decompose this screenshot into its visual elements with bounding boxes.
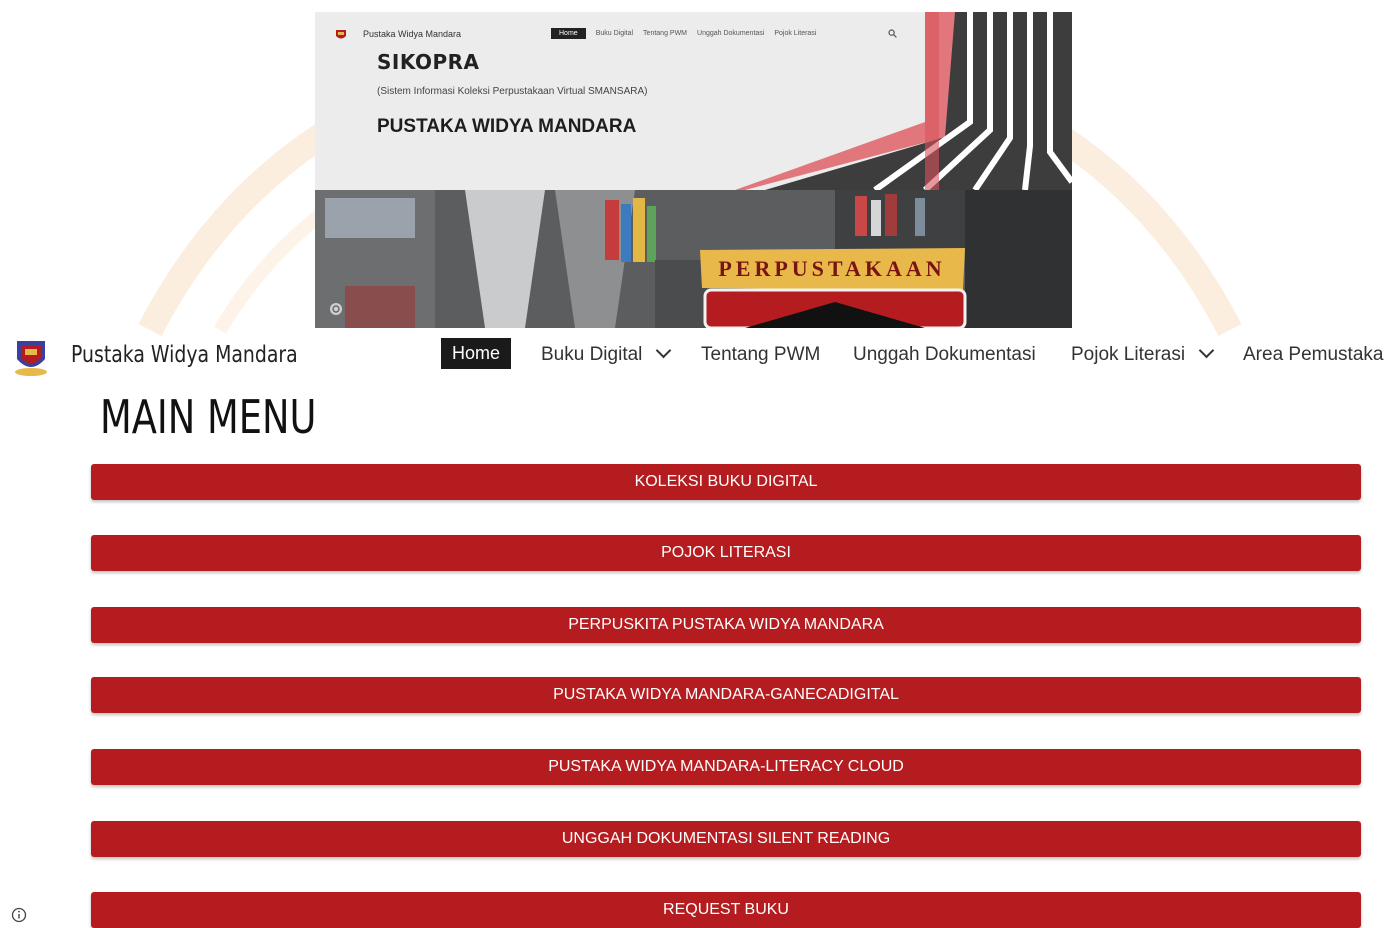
main-navbar: Pustaka Widya Mandara Home Buku Digital … [0, 333, 1385, 381]
pojok-literasi-button[interactable]: POJOK LITERASI [91, 535, 1361, 571]
nav-pojok-literasi[interactable]: Pojok Literasi [1071, 342, 1215, 366]
camera-icon[interactable] [329, 302, 343, 316]
school-logo-icon [336, 30, 346, 39]
hero-menu-home[interactable]: Home [551, 28, 586, 39]
nav-buku-digital[interactable]: Buku Digital [541, 342, 672, 366]
library-sign-text: PERPUSTAKAAN [718, 256, 945, 281]
info-icon[interactable] [10, 906, 28, 924]
hero-title: SIKOPRA [377, 50, 480, 74]
hero-site-name[interactable]: Pustaka Widya Mandara [363, 29, 461, 39]
nav-area-pemustaka[interactable]: Area Pemustaka [1243, 344, 1383, 366]
hero-subtitle: (Sistem Informasi Koleksi Perpustakaan V… [377, 86, 648, 97]
request-buku-button[interactable]: REQUEST BUKU [91, 892, 1361, 928]
search-icon[interactable] [888, 29, 897, 38]
hero-banner: Pustaka Widya Mandara Home Buku Digital … [315, 12, 1072, 328]
ganecadigital-button[interactable]: PUSTAKA WIDYA MANDARA-GANECADIGITAL [91, 677, 1361, 713]
nav-home[interactable]: Home [441, 338, 512, 369]
koleksi-buku-digital-button[interactable]: KOLEKSI BUKU DIGITAL [91, 464, 1361, 500]
nav-unggah-dokumentasi[interactable]: Unggah Dokumentasi [853, 344, 1036, 366]
unggah-silent-reading-button[interactable]: UNGGAH DOKUMENTASI SILENT READING [91, 821, 1361, 857]
nav-pojok-literasi-label: Pojok Literasi [1071, 344, 1186, 365]
site-title[interactable]: Pustaka Widya Mandara [71, 342, 298, 368]
chevron-down-icon[interactable] [1198, 342, 1215, 359]
chevron-down-icon[interactable] [656, 342, 672, 359]
library-photo: PERPUSTAKAAN [315, 190, 1072, 328]
hero-menu: Home Buku Digital Tentang PWM Unggah Dok… [551, 28, 897, 39]
literacy-cloud-button[interactable]: PUSTAKA WIDYA MANDARA-LITERACY CLOUD [91, 749, 1361, 785]
hero-menu-tentang[interactable]: Tentang PWM [643, 30, 687, 37]
nav-tentang-pwm[interactable]: Tentang PWM [701, 344, 820, 366]
hero-menu-unggah[interactable]: Unggah Dokumentasi [697, 30, 764, 37]
hero-nav-bar: Pustaka Widya Mandara Home Buku Digital … [315, 20, 1072, 50]
hero-menu-buku-digital[interactable]: Buku Digital [596, 30, 633, 37]
perpuskita-button[interactable]: PERPUSKITA PUSTAKA WIDYA MANDARA [91, 607, 1361, 643]
nav-buku-digital-label: Buku Digital [541, 344, 643, 365]
hero-menu-area[interactable]: Area Pemustaka [826, 30, 878, 37]
main-menu-heading: MAIN MENU [100, 390, 317, 444]
hero-menu-pojok[interactable]: Pojok Literasi [774, 30, 816, 37]
hero-library-name: PUSTAKA WIDYA MANDARA [377, 116, 637, 137]
school-logo-icon[interactable] [12, 337, 50, 377]
